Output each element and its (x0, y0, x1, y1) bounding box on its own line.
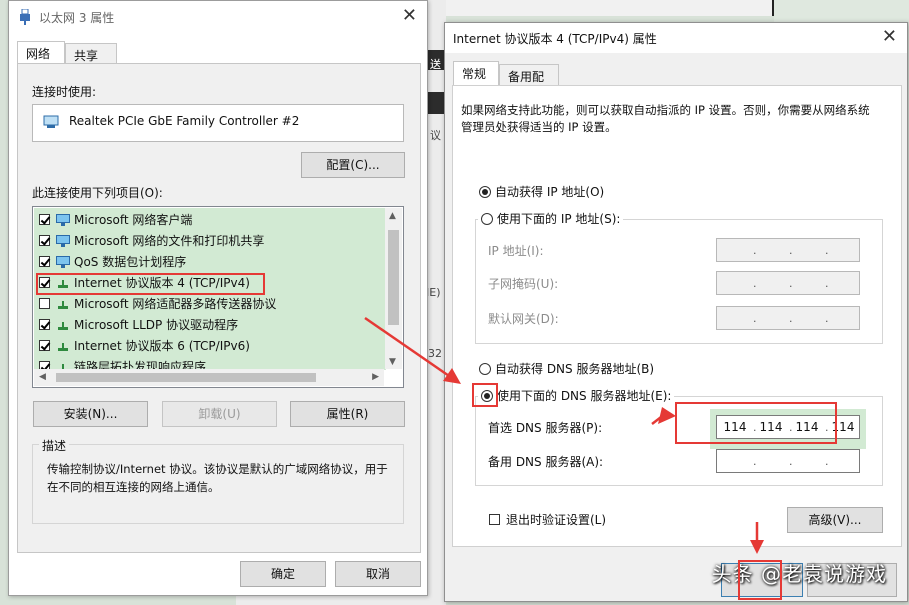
arrow-line (364, 316, 453, 380)
tab-network[interactable]: 网络 (17, 41, 65, 63)
arrow-head (658, 407, 676, 424)
arrow-head (750, 540, 764, 554)
annotation-arrows (364, 316, 764, 554)
tab-general[interactable]: 常规 (453, 61, 499, 85)
arrow-head (443, 368, 461, 384)
